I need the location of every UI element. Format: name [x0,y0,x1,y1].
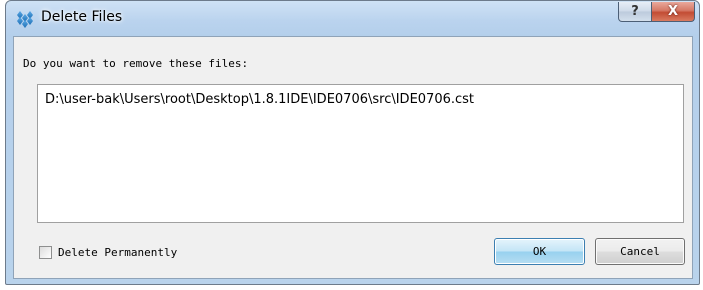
delete-permanently-label[interactable]: Delete Permanently [58,246,177,259]
window-title: Delete Files [41,9,123,25]
cancel-button[interactable]: Cancel [595,238,685,265]
delete-permanently-checkbox[interactable] [39,246,52,259]
prompt-text: Do you want to remove these files: [23,57,249,70]
help-icon: ? [631,4,639,19]
title-bar[interactable]: Delete Files ? X [6,1,699,36]
cancel-button-label: Cancel [620,245,660,258]
list-item[interactable]: D:\user-bak\Users\root\Desktop\1.8.1IDE\… [45,92,474,107]
ok-button-label: OK [532,245,547,258]
file-list[interactable]: D:\user-bak\Users\root\Desktop\1.8.1IDE\… [37,84,684,223]
ok-button[interactable]: OK [494,238,585,265]
close-icon: X [667,4,679,19]
help-button[interactable]: ? [618,2,652,22]
close-button[interactable]: X [651,2,695,22]
app-logo-icon [17,11,33,28]
